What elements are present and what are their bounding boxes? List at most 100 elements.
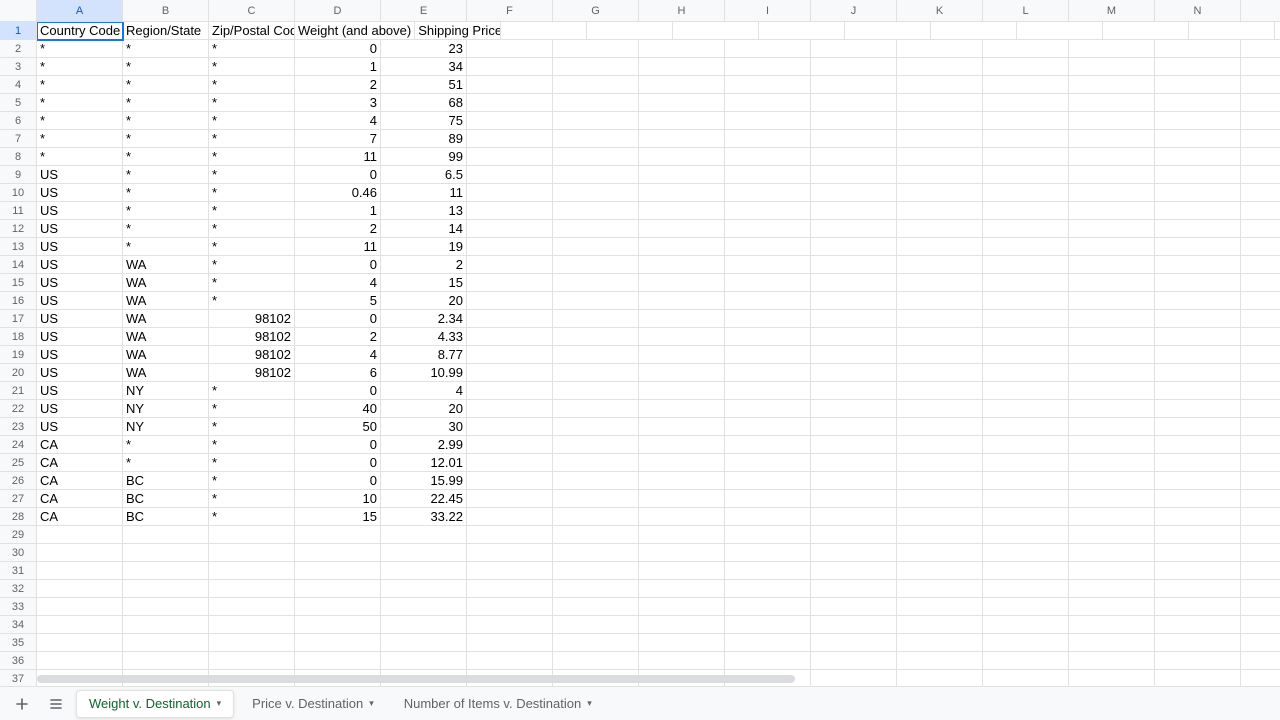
cell[interactable] [983,598,1069,616]
cell[interactable] [1155,256,1241,274]
cell[interactable] [897,418,983,436]
cell[interactable] [845,22,931,40]
row-header-2[interactable]: 2 [0,40,36,58]
cell[interactable] [553,472,639,490]
cell[interactable]: 15 [295,508,381,526]
cell[interactable] [725,454,811,472]
cell[interactable] [123,634,209,652]
cell[interactable] [295,562,381,580]
cell[interactable]: BC [123,472,209,490]
cell[interactable]: WA [123,364,209,382]
cell[interactable]: 89 [381,130,467,148]
cell[interactable]: * [209,76,295,94]
cell[interactable]: CA [37,472,123,490]
cell[interactable] [501,22,587,40]
cell[interactable]: * [209,94,295,112]
cell[interactable] [553,184,639,202]
cell[interactable] [1155,94,1241,112]
cell[interactable] [897,238,983,256]
cell[interactable] [1241,562,1280,580]
cell[interactable]: US [37,400,123,418]
cell[interactable] [897,184,983,202]
cell[interactable]: * [123,94,209,112]
cell[interactable] [811,436,897,454]
cell[interactable]: WA [123,310,209,328]
cell[interactable] [553,382,639,400]
cell[interactable] [725,382,811,400]
cell[interactable]: WA [123,256,209,274]
cell[interactable]: * [209,220,295,238]
cell[interactable] [1241,616,1280,634]
cell[interactable] [1069,130,1155,148]
cell[interactable] [1155,400,1241,418]
cell[interactable] [1241,130,1280,148]
cell[interactable] [983,148,1069,166]
cell[interactable] [1069,328,1155,346]
cell[interactable] [553,310,639,328]
cell[interactable] [639,40,725,58]
cell[interactable] [897,526,983,544]
cell[interactable] [1069,580,1155,598]
cell[interactable] [553,166,639,184]
cell[interactable] [897,166,983,184]
cell[interactable] [37,544,123,562]
cell[interactable]: * [123,166,209,184]
cell[interactable]: 40 [295,400,381,418]
cell[interactable] [639,112,725,130]
cell[interactable] [811,652,897,670]
cell[interactable] [983,364,1069,382]
cell[interactable] [1155,238,1241,256]
cell[interactable] [759,22,845,40]
cell[interactable]: Region/State [123,22,209,40]
cell[interactable]: * [123,130,209,148]
cell[interactable] [725,292,811,310]
cell[interactable] [381,634,467,652]
cell[interactable] [811,328,897,346]
cell[interactable]: * [123,76,209,94]
cell[interactable] [1155,292,1241,310]
cell[interactable]: 6.5 [381,166,467,184]
cell[interactable] [1155,454,1241,472]
row-header-3[interactable]: 3 [0,58,36,76]
cell[interactable]: US [37,364,123,382]
row-header-17[interactable]: 17 [0,310,36,328]
cell[interactable]: * [37,94,123,112]
cell[interactable] [983,508,1069,526]
column-header-H[interactable]: H [639,0,725,22]
cell[interactable] [467,526,553,544]
cell[interactable] [1069,382,1155,400]
row-header-23[interactable]: 23 [0,418,36,436]
cell[interactable] [725,526,811,544]
cell[interactable] [467,400,553,418]
cell[interactable]: * [123,454,209,472]
row-header-12[interactable]: 12 [0,220,36,238]
cell[interactable]: 2.34 [381,310,467,328]
column-header-C[interactable]: C [209,0,295,22]
cell[interactable]: 13 [381,202,467,220]
cell[interactable] [639,526,725,544]
cell[interactable] [897,328,983,346]
cell[interactable] [553,202,639,220]
cell[interactable] [1069,364,1155,382]
cell[interactable]: 98102 [209,364,295,382]
cell[interactable] [1069,400,1155,418]
cell[interactable] [639,292,725,310]
cell[interactable] [467,382,553,400]
cell[interactable] [37,634,123,652]
cell[interactable]: 4.33 [381,328,467,346]
cell[interactable] [1155,76,1241,94]
cell[interactable]: US [37,184,123,202]
cell[interactable]: * [123,202,209,220]
cell[interactable]: 0 [295,382,381,400]
cell[interactable] [897,382,983,400]
cell[interactable] [725,652,811,670]
cell[interactable]: * [209,58,295,76]
cell[interactable] [1241,112,1280,130]
cell[interactable]: * [209,148,295,166]
cell[interactable] [209,634,295,652]
cell[interactable] [639,76,725,94]
cell[interactable] [1069,490,1155,508]
cell[interactable] [1155,472,1241,490]
cell[interactable] [1155,508,1241,526]
cell[interactable] [553,238,639,256]
